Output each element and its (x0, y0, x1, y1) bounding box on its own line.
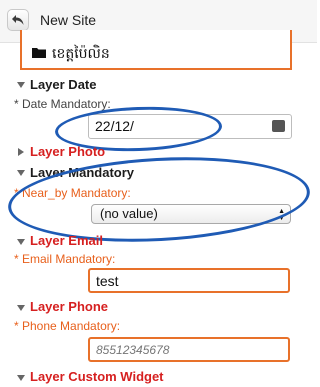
section-layer-photo[interactable]: Layer Photo (30, 144, 105, 159)
date-value: 22/12/ (95, 118, 134, 134)
collapse-down-icon[interactable] (17, 305, 25, 311)
collapse-down-icon[interactable] (17, 82, 25, 88)
section-layer-date[interactable]: Layer Date (30, 77, 96, 92)
expand-right-icon[interactable] (18, 148, 24, 156)
collapse-down-icon[interactable] (17, 170, 25, 176)
back-arrow-icon (12, 15, 24, 25)
section-layer-email[interactable]: Layer Email (30, 233, 103, 248)
back-button[interactable] (7, 9, 29, 31)
collapse-down-icon[interactable] (17, 375, 25, 381)
email-value: test (96, 273, 119, 289)
date-mandatory-input[interactable]: 22/12/ (88, 114, 292, 139)
email-mandatory-label: * Email Mandatory: (14, 252, 116, 266)
calendar-icon[interactable] (272, 120, 285, 132)
page-title: New Site (40, 12, 97, 28)
select-arrows-icon: ▲ ▼ (278, 208, 285, 222)
near-by-mandatory-label: * Near_by Mandatory: (14, 186, 131, 200)
section-layer-phone[interactable]: Layer Phone (30, 299, 108, 314)
section-layer-mandatory[interactable]: Layer Mandatory (30, 165, 134, 180)
collapse-down-icon[interactable] (17, 239, 25, 245)
phone-input[interactable] (88, 337, 290, 362)
near-by-select[interactable]: (no value) ▲ ▼ (91, 204, 291, 224)
near-by-selected-value: (no value) (100, 206, 158, 221)
date-mandatory-label: * Date Mandatory: (14, 97, 111, 111)
folder-icon (32, 48, 46, 58)
section-layer-custom-widget[interactable]: Layer Custom Widget (30, 369, 164, 384)
email-input[interactable]: test (88, 268, 290, 293)
site-field-value: ខេត្តប៉ៃលិន (52, 46, 110, 62)
phone-mandatory-label: * Phone Mandatory: (14, 319, 121, 333)
